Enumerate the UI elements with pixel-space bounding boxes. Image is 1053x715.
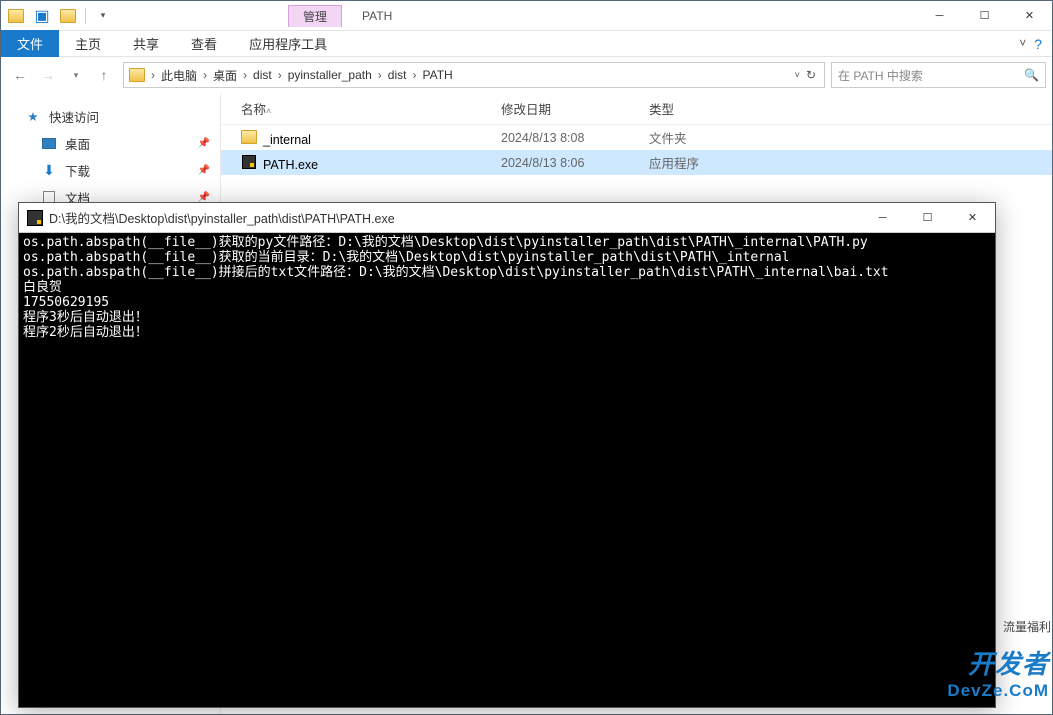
qat-dropdown-icon[interactable]: ▾ <box>92 5 114 27</box>
tab-file[interactable]: 文件 <box>1 30 59 57</box>
sidebar-desktop[interactable]: 桌面 📌 <box>1 130 220 157</box>
tab-share[interactable]: 共享 <box>117 30 175 57</box>
col-date[interactable]: 修改日期 <box>501 99 649 118</box>
refresh-icon[interactable]: ↻ <box>806 68 816 82</box>
console-close-button[interactable]: ✕ <box>950 203 995 232</box>
chevron-right-icon[interactable]: › <box>240 68 250 82</box>
tab-home[interactable]: 主页 <box>59 30 117 57</box>
console-app-icon <box>27 210 43 226</box>
console-window: D:\我的文档\Desktop\dist\pyinstaller_path\di… <box>18 202 996 708</box>
crumb-desktop[interactable]: 桌面 <box>210 67 240 84</box>
star-icon: ★ <box>25 109 41 125</box>
folder-icon <box>241 129 257 145</box>
qat-folder-icon[interactable] <box>57 5 79 27</box>
window-controls: ─ ☐ ✕ <box>917 1 1052 30</box>
forward-button[interactable]: → <box>35 62 61 88</box>
tab-view[interactable]: 查看 <box>175 30 233 57</box>
console-window-controls: ─ ☐ ✕ <box>860 203 995 232</box>
file-date: 2024/8/13 8:08 <box>501 131 649 145</box>
quick-access-toolbar: ▣ ▾ <box>1 5 118 27</box>
file-type: 文件夹 <box>649 128 789 147</box>
file-name: _internal <box>263 133 311 147</box>
qat-separator <box>85 8 86 24</box>
search-input[interactable]: 在 PATH 中搜索 🔍 <box>831 62 1046 88</box>
sidebar-item-label: 下载 <box>65 161 90 180</box>
pin-icon: 📌 <box>198 165 210 176</box>
list-item[interactable]: _internal 2024/8/13 8:08 文件夹 <box>221 125 1052 150</box>
console-output[interactable]: os.path.abspath(__file__)获取的py文件路径：D:\我的… <box>19 233 995 707</box>
chevron-right-icon[interactable]: › <box>200 68 210 82</box>
console-title: D:\我的文档\Desktop\dist\pyinstaller_path\di… <box>49 208 395 227</box>
chevron-right-icon[interactable]: › <box>375 68 385 82</box>
watermark-line1: 开发者 <box>947 644 1049 681</box>
sort-up-icon: ˄ <box>266 106 271 116</box>
crumb-path[interactable]: PATH <box>419 68 455 82</box>
ribbon-expand-icon[interactable]: ˅ <box>1019 36 1026 52</box>
nav-buttons: ← → ▾ ↑ <box>7 62 117 88</box>
console-maximize-button[interactable]: ☐ <box>905 203 950 232</box>
ribbon: 文件 主页 共享 查看 应用程序工具 ˅ ? <box>1 31 1052 57</box>
side-text: 流量福利 <box>1003 618 1051 635</box>
crumb-dist2[interactable]: dist <box>385 68 410 82</box>
addr-dropdown-icon[interactable]: ˅ <box>795 70 800 80</box>
sidebar-quick-access[interactable]: ★ 快速访问 <box>1 103 220 130</box>
col-type[interactable]: 类型 <box>649 99 789 118</box>
file-name: PATH.exe <box>263 158 318 172</box>
qat-check-icon[interactable]: ▣ <box>31 5 53 27</box>
desktop-icon <box>41 136 57 152</box>
crumb-pc-icon[interactable] <box>126 68 148 82</box>
search-placeholder: 在 PATH 中搜索 <box>838 67 923 84</box>
console-titlebar: D:\我的文档\Desktop\dist\pyinstaller_path\di… <box>19 203 995 233</box>
pin-icon: 📌 <box>198 138 210 149</box>
window-title: PATH <box>362 9 392 23</box>
help-icon[interactable]: ? <box>1034 36 1042 52</box>
crumb-dist1[interactable]: dist <box>250 68 275 82</box>
exe-icon <box>241 154 257 170</box>
up-button[interactable]: ↑ <box>91 62 117 88</box>
search-icon[interactable]: 🔍 <box>1024 68 1039 82</box>
chevron-right-icon[interactable]: › <box>275 68 285 82</box>
recent-dropdown-icon[interactable]: ▾ <box>63 62 89 88</box>
list-header: 名称˄ 修改日期 类型 <box>221 93 1052 125</box>
breadcrumb[interactable]: › 此电脑 › 桌面 › dist › pyinstaller_path › d… <box>123 62 825 88</box>
file-type: 应用程序 <box>649 153 789 172</box>
manage-tab[interactable]: 管理 <box>288 5 342 27</box>
folder-app-icon <box>5 5 27 27</box>
crumb-pc[interactable]: 此电脑 <box>158 67 200 84</box>
console-minimize-button[interactable]: ─ <box>860 203 905 232</box>
file-date: 2024/8/13 8:06 <box>501 156 649 170</box>
sidebar-item-label: 快速访问 <box>49 107 99 126</box>
titlebar: ▣ ▾ 管理 PATH ─ ☐ ✕ <box>1 1 1052 31</box>
watermark-line2: DevZe.CoM <box>947 681 1049 701</box>
chevron-right-icon[interactable]: › <box>148 68 158 82</box>
tab-app-tools[interactable]: 应用程序工具 <box>233 30 343 57</box>
download-icon: ⬇ <box>41 163 57 179</box>
address-bar: ← → ▾ ↑ › 此电脑 › 桌面 › dist › pyinstaller_… <box>1 57 1052 93</box>
sidebar-item-label: 桌面 <box>65 134 90 153</box>
chevron-right-icon[interactable]: › <box>409 68 419 82</box>
sidebar-downloads[interactable]: ⬇ 下载 📌 <box>1 157 220 184</box>
back-button[interactable]: ← <box>7 62 33 88</box>
crumb-pyinstaller[interactable]: pyinstaller_path <box>285 68 375 82</box>
watermark: 开发者 DevZe.CoM <box>947 644 1049 701</box>
col-name[interactable]: 名称˄ <box>241 99 501 118</box>
list-item[interactable]: PATH.exe 2024/8/13 8:06 应用程序 <box>221 150 1052 175</box>
minimize-button[interactable]: ─ <box>917 1 962 30</box>
close-button[interactable]: ✕ <box>1007 1 1052 30</box>
maximize-button[interactable]: ☐ <box>962 1 1007 30</box>
